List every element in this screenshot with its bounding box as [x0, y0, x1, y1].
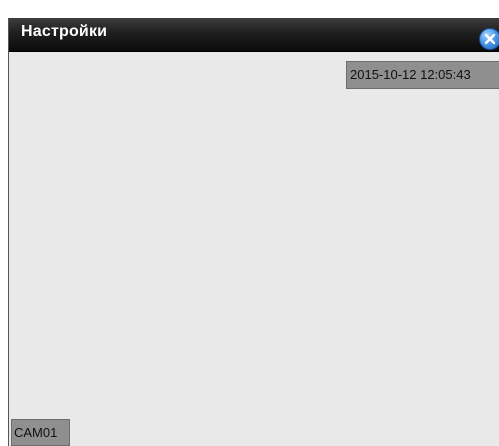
timestamp-overlay: 2015-10-12 12:05:43 [346, 61, 499, 89]
close-button[interactable] [479, 28, 499, 50]
title-bar[interactable]: Настройки [9, 18, 499, 52]
camera-label-overlay: CAM01 [11, 419, 70, 446]
window-title: Настройки [21, 23, 108, 40]
settings-window: Настройки 2015-10-12 12:05:43 CAM01 [8, 18, 499, 446]
close-icon [484, 33, 496, 45]
video-viewport[interactable]: 2015-10-12 12:05:43 CAM01 [9, 52, 499, 446]
